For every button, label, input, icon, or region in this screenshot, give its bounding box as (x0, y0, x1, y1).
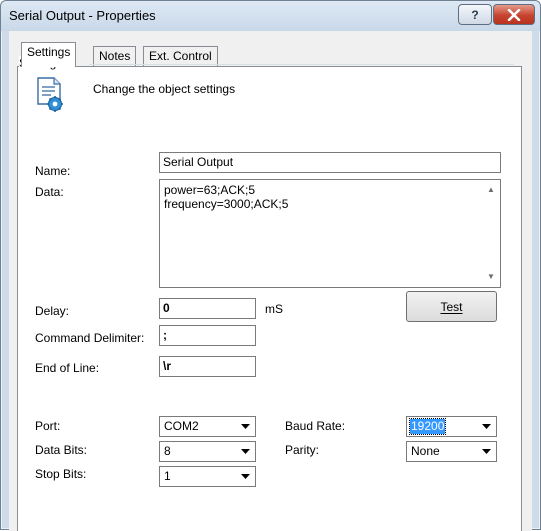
window-title: Serial Output - Properties (9, 8, 156, 23)
end-of-line-label: End of Line: (35, 361, 100, 375)
tab-ext-control[interactable]: Ext. Control (143, 46, 218, 66)
close-icon (507, 8, 521, 21)
tab-settings[interactable]: Settings (21, 42, 77, 67)
question-icon: ? (471, 7, 479, 22)
scroll-up-icon[interactable]: ▲ (487, 185, 495, 194)
title-bar[interactable]: Serial Output - Properties ? (1, 1, 540, 31)
help-button[interactable]: ? (458, 4, 492, 25)
data-bits-select[interactable]: 8 (159, 441, 256, 462)
port-label: Port: (35, 419, 61, 433)
data-textarea[interactable]: power=63;ACK;5 frequency=3000;ACK;5 ▲ ▼ (159, 179, 501, 288)
delay-field[interactable]: 0 (159, 298, 256, 319)
chevron-down-icon[interactable] (478, 443, 495, 460)
delay-unit: mS (265, 302, 283, 316)
name-field[interactable]: Serial Output (159, 152, 501, 173)
baud-rate-label: Baud Rate: (285, 419, 346, 433)
chevron-down-icon[interactable] (478, 418, 495, 435)
data-bits-label: Data Bits: (35, 443, 88, 457)
tab-strip: Settings Notes Ext. Control (9, 42, 532, 67)
end-of-line-field[interactable]: \r (159, 356, 256, 377)
chevron-down-icon[interactable] (237, 443, 254, 460)
delay-label: Delay: (35, 304, 70, 318)
name-label: Name: (35, 164, 71, 178)
test-button-label: Test (440, 299, 463, 314)
port-select[interactable]: COM2 (159, 416, 256, 437)
chevron-down-icon[interactable] (237, 468, 254, 485)
command-delimiter-field[interactable]: ; (159, 325, 256, 346)
stop-bits-label: Stop Bits: (35, 467, 87, 481)
baud-rate-select[interactable]: 19200 (406, 416, 497, 437)
group-divider (89, 64, 514, 65)
parity-label: Parity: (285, 443, 320, 457)
data-line: power=63;ACK;5 (164, 183, 256, 197)
data-bits-value: 8 (164, 444, 171, 458)
group-description: Change the object settings (93, 82, 236, 96)
tab-notes[interactable]: Notes (93, 46, 137, 66)
close-button[interactable] (493, 4, 535, 25)
scroll-down-icon[interactable]: ▼ (487, 272, 495, 281)
parity-value: None (411, 444, 440, 458)
data-line: frequency=3000;ACK;5 (164, 197, 289, 211)
data-scrollbar[interactable]: ▲ ▼ (483, 180, 500, 287)
port-value: COM2 (164, 419, 199, 433)
test-button[interactable]: Test (406, 291, 497, 322)
baud-rate-value: 19200 (408, 418, 447, 435)
chevron-down-icon[interactable] (237, 418, 254, 435)
command-delimiter-label: Command Delimiter: (35, 331, 145, 345)
settings-document-icon (37, 77, 63, 112)
parity-select[interactable]: None (406, 441, 497, 462)
properties-window: Serial Output - Properties ? Settings No… (0, 0, 541, 531)
data-label: Data: (35, 185, 64, 199)
stop-bits-value: 1 (164, 469, 171, 483)
stop-bits-select[interactable]: 1 (159, 466, 256, 487)
